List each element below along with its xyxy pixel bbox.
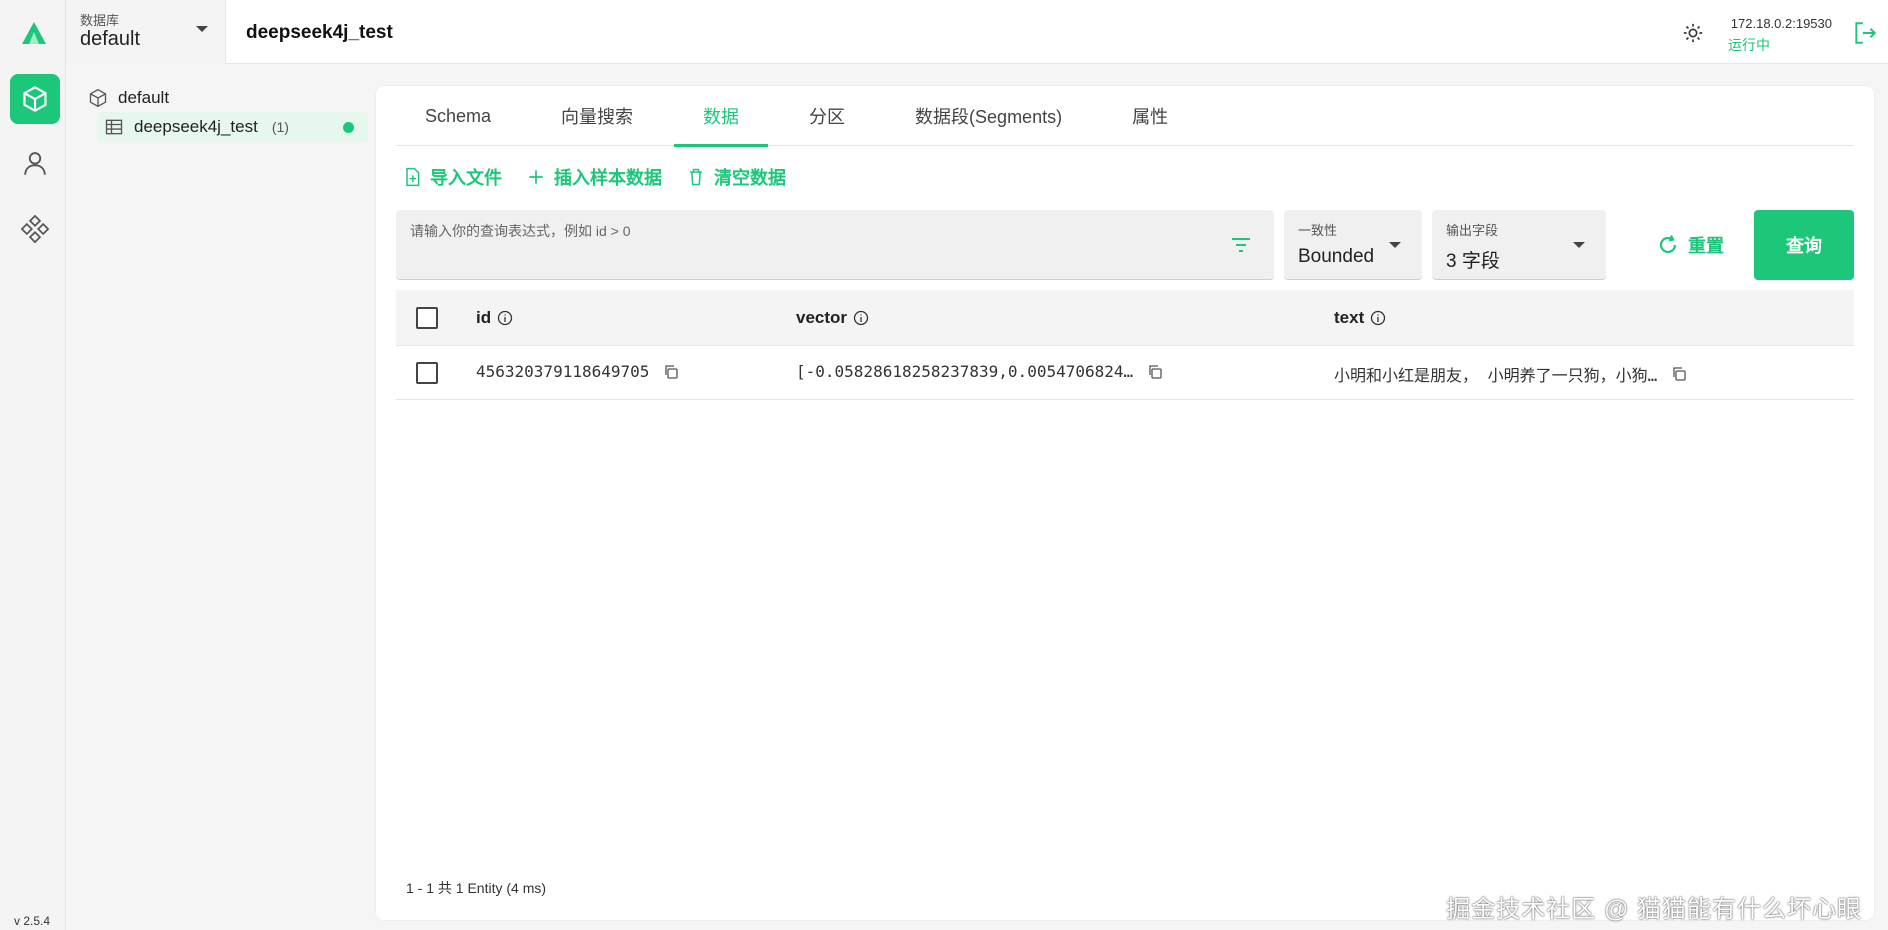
caret-down-icon — [196, 26, 208, 32]
column-header-label: id — [476, 308, 492, 327]
data-actions: 导入文件 插入样本数据 清空数据 — [402, 164, 786, 190]
tab-vector-search[interactable]: 向量搜索 — [532, 86, 662, 146]
main-card: Schema 向量搜索 数据 分区 数据段(Segments) 属性 导入文件 … — [376, 86, 1874, 920]
output-fields-select[interactable]: 输出字段 3 字段 — [1432, 210, 1606, 280]
cell-id-value: 456320379118649705 — [476, 362, 650, 381]
nav-users-button[interactable] — [10, 138, 60, 188]
cell-text: 小明和小红是朋友， 小明养了一只狗，小狗… — [1334, 362, 1754, 386]
cell-id: 456320379118649705 — [476, 362, 679, 381]
sun-icon[interactable] — [1682, 22, 1704, 44]
collection-title: deepseek4j_test — [246, 22, 393, 43]
tab-bar: Schema 向量搜索 数据 分区 数据段(Segments) 属性 — [396, 86, 1854, 147]
database-select-label: 数据库 — [80, 13, 120, 28]
cell-text-value: 小明和小红是朋友， 小明养了一只狗，小狗… — [1334, 366, 1658, 385]
table-icon — [105, 119, 123, 135]
top-bar: 数据库 default deepseek4j_test 172.18.0.2:1… — [66, 0, 1888, 64]
watermark: 掘金技术社区 @ 猫猫能有什么坏心眼 — [1446, 896, 1862, 923]
select-all-checkbox[interactable] — [416, 307, 438, 329]
consistency-value: Bounded — [1298, 246, 1375, 267]
output-fields-value: 3 字段 — [1446, 251, 1500, 272]
database-select[interactable]: 数据库 default — [66, 0, 226, 64]
info-icon[interactable] — [853, 310, 869, 326]
app-version: v 2.5.4 — [14, 914, 51, 928]
milvus-logo-icon[interactable] — [18, 18, 50, 50]
caret-down-icon — [1573, 242, 1585, 248]
logout-icon[interactable] — [1852, 20, 1878, 46]
caret-down-icon — [1389, 242, 1401, 248]
cell-vector: [-0.05828618258237839,0.0054706824… — [796, 362, 1216, 381]
left-rail: v 2.5.4 — [0, 0, 66, 930]
user-icon — [24, 152, 46, 175]
column-header-label: text — [1334, 308, 1365, 327]
tab-partitions[interactable]: 分区 — [780, 86, 874, 146]
collection-tree: default deepseek4j_test (1) — [66, 64, 376, 930]
tab-schema[interactable]: Schema — [396, 86, 520, 146]
trash-icon — [690, 168, 702, 186]
output-fields-label: 输出字段 — [1446, 223, 1499, 238]
column-header-id[interactable]: id — [476, 308, 513, 328]
tree-database-label: default — [118, 88, 170, 107]
server-status: 运行中 — [1728, 37, 1770, 53]
table-header: id vector text — [396, 290, 1854, 346]
clear-data-button[interactable]: 清空数据 — [686, 164, 786, 190]
column-header-label: vector — [796, 308, 848, 327]
tree-collection-node[interactable]: deepseek4j_test (1) — [98, 112, 368, 142]
plus-icon — [529, 170, 543, 184]
server-address: 172.18.0.2:19530 — [1730, 16, 1832, 31]
tree-database-node[interactable]: default — [88, 88, 169, 108]
import-file-label: 导入文件 — [430, 168, 502, 188]
reset-button[interactable]: 重置 — [1656, 232, 1724, 258]
tab-properties[interactable]: 属性 — [1103, 86, 1197, 146]
cube-icon — [23, 86, 47, 112]
file-plus-icon — [406, 167, 420, 187]
database-select-value: default — [80, 28, 141, 50]
refresh-icon — [1659, 235, 1677, 254]
row-checkbox[interactable] — [416, 362, 438, 384]
tab-segments[interactable]: 数据段(Segments) — [886, 86, 1091, 146]
pagination-summary: 1 - 1 共 1 Entity (4 ms) — [406, 880, 547, 896]
info-icon[interactable] — [1370, 310, 1386, 326]
query-expression-input[interactable] — [410, 220, 1210, 242]
tree-collection-label: deepseek4j_test — [134, 117, 258, 136]
import-file-button[interactable]: 导入文件 — [402, 164, 502, 190]
loaded-status-dot — [343, 122, 354, 133]
column-header-vector[interactable]: vector — [796, 308, 869, 328]
insert-sample-label: 插入样本数据 — [554, 168, 662, 188]
consistency-label: 一致性 — [1298, 223, 1338, 238]
table-row[interactable]: 456320379118649705 [-0.05828618258237839… — [396, 346, 1854, 400]
consistency-select[interactable]: 一致性 Bounded — [1284, 210, 1422, 280]
query-button[interactable]: 查询 — [1754, 210, 1854, 280]
tab-data[interactable]: 数据 — [674, 86, 769, 147]
column-header-text[interactable]: text — [1334, 308, 1386, 328]
tree-collection-count: (1) — [271, 119, 289, 135]
data-table: id vector text 456320379118649705 [-0.05… — [396, 290, 1854, 400]
info-icon[interactable] — [497, 310, 513, 326]
clear-data-label: 清空数据 — [714, 168, 786, 188]
cell-vector-value: [-0.05828618258237839,0.0054706824… — [796, 362, 1134, 381]
reset-label: 重置 — [1688, 236, 1724, 256]
filter-icon[interactable] — [1230, 236, 1252, 254]
nav-collections-button[interactable] — [10, 74, 60, 124]
copy-icon[interactable] — [663, 364, 679, 380]
insert-sample-button[interactable]: 插入样本数据 — [526, 164, 662, 190]
cube-icon — [89, 88, 107, 108]
copy-icon[interactable] — [1671, 366, 1687, 382]
nav-system-button[interactable] — [10, 204, 60, 254]
query-expression-box — [396, 210, 1274, 280]
copy-icon[interactable] — [1147, 364, 1163, 380]
diamonds-icon — [21, 215, 49, 243]
